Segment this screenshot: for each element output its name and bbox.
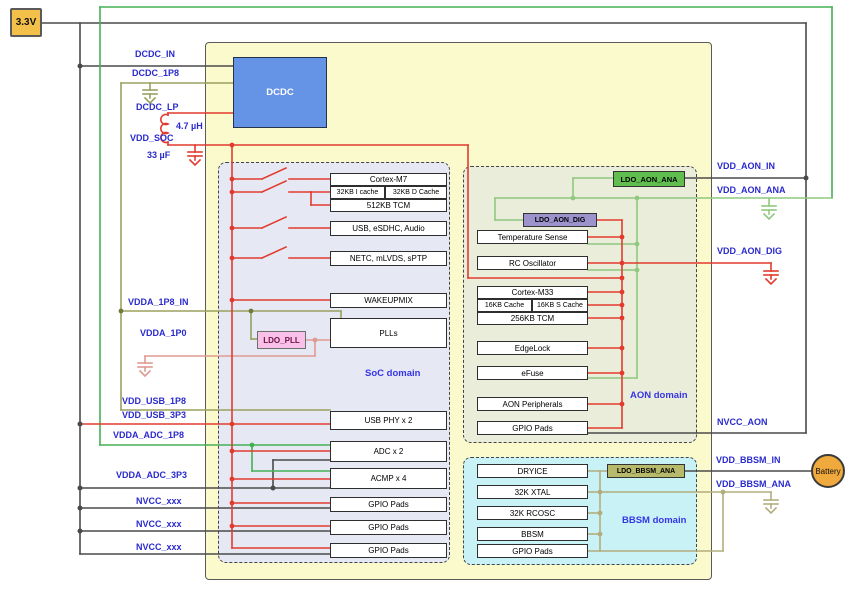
block-efuse: eFuse: [477, 366, 588, 380]
block-ldo-aon-dig: LDO_AON_DIG: [523, 213, 597, 227]
pin-vdd-aon-ana: VDD_AON_ANA: [717, 185, 786, 195]
block-16kb-cache: 16KB Cache: [477, 299, 532, 312]
pin-dcdc-1p8: DCDC_1P8: [132, 68, 179, 78]
block-soc-gpio-3: GPIO Pads: [330, 543, 447, 558]
pin-nvcc-1: NVCC_xxx: [136, 496, 182, 506]
block-16kb-s-cache: 16KB S Cache: [532, 299, 588, 312]
wire-green-loop: [100, 7, 832, 471]
pin-vdda-1p8-in: VDDA_1P8_IN: [128, 297, 189, 307]
block-aon-gpio: GPIO Pads: [477, 421, 588, 435]
block-bbsm: BBSM: [477, 527, 588, 541]
aon-domain-label: AON domain: [630, 390, 688, 401]
block-plls: PLLs: [330, 318, 447, 348]
pin-nvcc-3: NVCC_xxx: [136, 542, 182, 552]
block-usb-esdhc-audio: USB, eSDHC, Audio: [330, 221, 447, 236]
pin-vdd-aon-dig: VDD_AON_DIG: [717, 246, 782, 256]
bulk-cap-value-label: 33 µF: [147, 150, 170, 160]
block-aon-peripherals: AON Peripherals: [477, 397, 588, 411]
block-acmp: ACMP x 4: [330, 468, 447, 489]
block-bbsm-gpio: GPIO Pads: [477, 544, 588, 558]
pin-nvcc-2: NVCC_xxx: [136, 519, 182, 529]
junction-dots-green: [250, 443, 255, 448]
block-icache: 32KB I cache: [330, 186, 385, 199]
pin-vdd-usb-3p3: VDD_USB_3P3: [122, 410, 186, 420]
block-ldo-bbsm-ana: LDO_BBSM_ANA: [607, 464, 685, 478]
power-architecture-diagram: 3.3V DCDC Battery DCDC_IN DCDC_1P8 DCDC_…: [0, 0, 850, 591]
junction-dots-tan: [598, 490, 726, 537]
pin-nvcc-aon: NVCC_AON: [717, 417, 768, 427]
block-32k-xtal: 32K XTAL: [477, 485, 588, 499]
battery-node: Battery: [811, 454, 845, 488]
block-adc: ADC x 2: [330, 441, 447, 462]
pin-vdda-adc-1p8: VDDA_ADC_1P8: [113, 430, 184, 440]
junction-dots-salmon: [313, 338, 318, 343]
block-wakeupmix: WAKEUPMIX: [330, 293, 447, 308]
pin-dcdc-lp: DCDC_LP: [136, 102, 179, 112]
pin-dcdc-in: DCDC_IN: [135, 49, 175, 59]
pin-vdda-1p0: VDDA_1P0: [140, 328, 187, 338]
block-ldo-aon-ana: LDO_AON_ANA: [613, 171, 685, 187]
block-netc-mlvds-sptp: NETC, mLVDS, sPTP: [330, 251, 447, 266]
pin-vdd-usb-1p8: VDD_USB_1P8: [122, 396, 186, 406]
block-dcache: 32KB D Cache: [385, 186, 447, 199]
block-rc-oscillator: RC Oscillator: [477, 256, 588, 270]
inductor-value-label: 4.7 µH: [176, 121, 203, 131]
pin-vdd-aon-in: VDD_AON_IN: [717, 161, 775, 171]
pin-vdd-bbsm-ana: VDD_BBSM_ANA: [716, 479, 791, 489]
block-usb-phy: USB PHY x 2: [330, 411, 447, 430]
block-cortex-m7: Cortex-M7: [330, 173, 447, 186]
pin-vdd-soc: VDD_SOC: [130, 133, 174, 143]
block-ldo-pll: LDO_PLL: [257, 331, 306, 349]
block-512kb-tcm: 512KB TCM: [330, 199, 447, 212]
dcdc-block: DCDC: [233, 57, 327, 128]
block-temp-sense: Temperature Sense: [477, 230, 588, 244]
soc-domain-label: SoC domain: [365, 368, 420, 379]
block-32k-rcosc: 32K RCOSC: [477, 506, 588, 520]
block-edgelock: EdgeLock: [477, 341, 588, 355]
pin-vdd-bbsm-in: VDD_BBSM_IN: [716, 455, 781, 465]
block-soc-gpio-1: GPIO Pads: [330, 497, 447, 512]
block-256kb-tcm: 256KB TCM: [477, 312, 588, 325]
bbsm-domain-label: BBSM domain: [622, 515, 686, 526]
block-cortex-m33: Cortex-M33: [477, 286, 588, 299]
block-soc-gpio-2: GPIO Pads: [330, 520, 447, 535]
block-dryice: DRYICE: [477, 464, 588, 478]
supply-3v3-box: 3.3V: [10, 8, 42, 37]
pin-vdda-adc-3p3: VDDA_ADC_3P3: [116, 470, 187, 480]
